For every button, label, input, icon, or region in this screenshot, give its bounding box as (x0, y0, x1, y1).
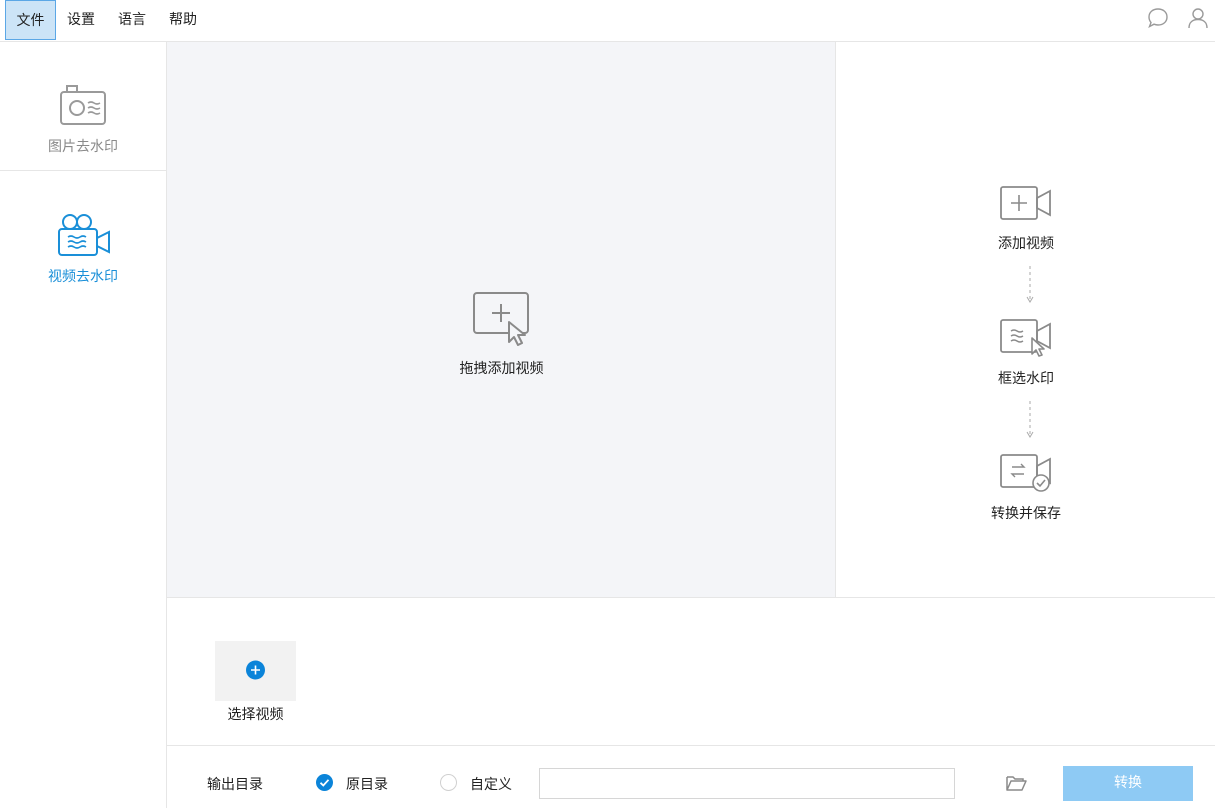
step-label: 框选水印 (998, 371, 1054, 387)
select-watermark-icon (1000, 319, 1051, 357)
add-video-drop-icon (472, 292, 529, 346)
sidebar-item-label: 图片去水印 (48, 139, 118, 155)
output-bar: 输出目录 原目录 自定义 转换 (167, 747, 1215, 808)
step-label: 转换并保存 (991, 506, 1061, 522)
radio-custom-label[interactable]: 自定义 (470, 774, 512, 794)
sidebar-item-video-watermark[interactable]: 视频去水印 (0, 212, 166, 286)
drop-label: 拖拽添加视频 (459, 361, 544, 377)
radio-custom-dir[interactable] (440, 774, 457, 791)
sidebar-divider (0, 170, 166, 171)
photo-watermark-icon (60, 85, 106, 125)
check-icon (319, 779, 330, 787)
step-add-video: 添加视频 (837, 185, 1215, 253)
folder-open-icon[interactable] (1005, 772, 1027, 794)
video-drop-area[interactable]: 拖拽添加视频 (167, 42, 836, 597)
step-convert-save: 转换并保存 (837, 453, 1215, 523)
choose-video-label: 选择视频 (227, 707, 284, 723)
menu-settings[interactable]: 设置 (60, 0, 102, 40)
video-watermark-icon (58, 214, 110, 256)
sidebar-item-photo-watermark[interactable]: 图片去水印 (0, 82, 166, 156)
output-dir-label: 输出目录 (207, 777, 263, 793)
menu-file[interactable]: 文件 (5, 0, 56, 40)
convert-save-icon (1000, 454, 1051, 492)
step-select-watermark: 框选水印 (837, 318, 1215, 388)
output-path-input[interactable] (539, 768, 955, 799)
sidebar: 图片去水印 视频去水印 (0, 42, 167, 808)
menu-bar: 文件 设置 语言 帮助 (0, 0, 1215, 42)
drop-hint: 拖拽添加视频 (167, 290, 836, 378)
step-label: 添加视频 (998, 236, 1054, 252)
sidebar-item-label: 视频去水印 (48, 269, 118, 285)
radio-original-label[interactable]: 原目录 (346, 774, 388, 794)
arrow-down-icon (1026, 401, 1034, 438)
steps-panel: 添加视频 框选水印 转换并保存 (837, 42, 1215, 597)
add-video-icon (1000, 186, 1051, 220)
choose-video-button[interactable] (215, 641, 296, 701)
arrow-down-icon (1026, 266, 1034, 303)
radio-original-dir[interactable] (316, 774, 333, 791)
convert-button[interactable]: 转换 (1063, 766, 1193, 801)
menu-help[interactable]: 帮助 (162, 0, 204, 40)
menu-language[interactable]: 语言 (111, 0, 153, 40)
user-icon[interactable] (1185, 5, 1211, 31)
plus-circle-icon (246, 660, 265, 680)
chat-icon[interactable] (1145, 5, 1171, 31)
file-list-area: 选择视频 (167, 597, 1215, 746)
